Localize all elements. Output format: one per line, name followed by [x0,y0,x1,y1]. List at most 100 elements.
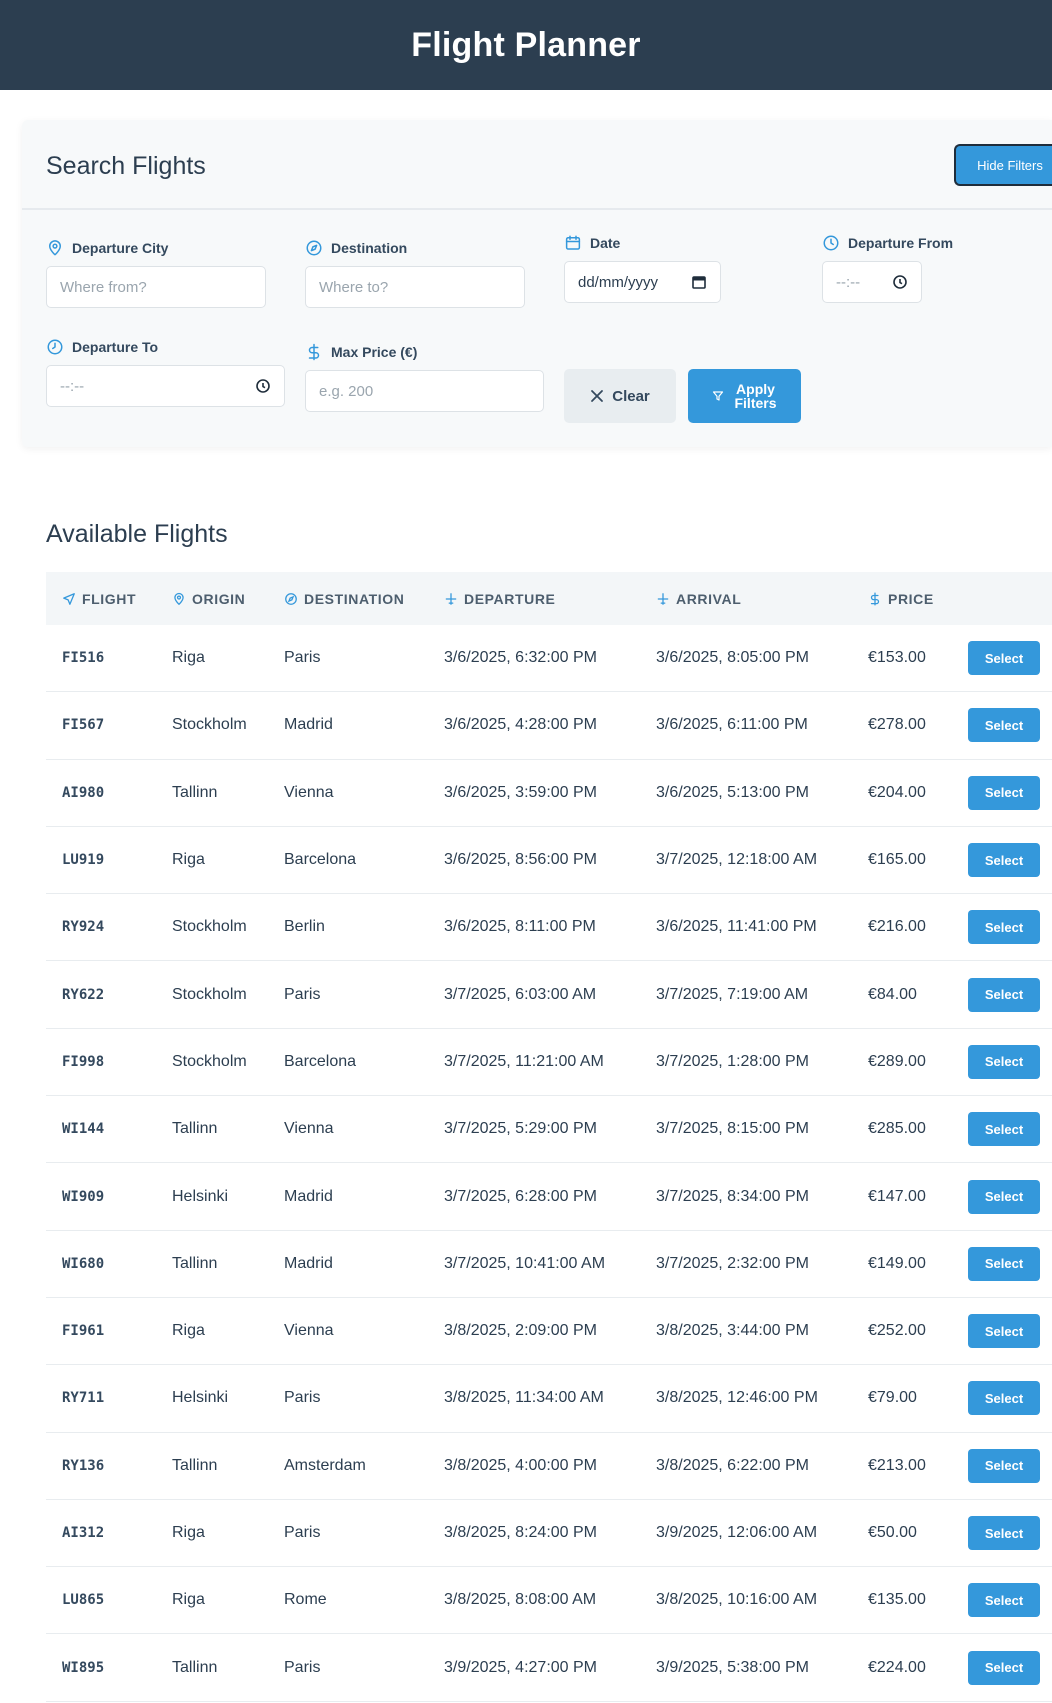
hide-filters-button[interactable]: Hide Filters [954,144,1052,186]
filter-icon [712,391,723,401]
column-header-departure[interactable]: DEPARTURE [444,591,555,607]
max-price-field: Max Price (€) e.g. 200 [305,342,544,412]
destination-input[interactable]: Where to? [305,266,525,308]
app-title: Flight Planner [411,25,641,64]
table-row: WI144 Tallinn Vienna 3/7/2025, 5:29:00 PM 3/… [46,1096,1052,1164]
calendar-picker-icon[interactable] [691,274,707,290]
dollar-icon [870,592,880,605]
departure-cell: 3/7/2025, 6:03:00 AM [444,985,597,1003]
clock-icon [47,339,63,355]
arrival-cell: 3/8/2025, 10:16:00 AM [656,1591,818,1609]
departure-cell: 3/8/2025, 11:34:00 AM [444,1389,604,1407]
flights-table: FLIGHT ORIGIN DESTINATION DEPARTURE ARRI… [46,572,1052,1702]
table-row: RY136 Tallinn Amsterdam 3/8/2025, 4:00:00 P… [46,1433,1052,1500]
destination-cell: Madrid [284,716,333,734]
origin-cell: Riga [172,851,205,869]
date-input[interactable]: dd/mm/yyyy [564,261,721,303]
select-flight-button[interactable]: Select [968,1516,1040,1550]
departure-cell: 3/6/2025, 3:59:00 PM [444,783,597,801]
compass-icon [285,592,297,605]
search-panel-header: Search Flights Hide Filters [22,120,1052,210]
destination-cell: Paris [284,1658,321,1676]
flight-code: FI998 [62,1053,105,1070]
select-flight-button[interactable]: Select [968,1583,1040,1618]
dollar-icon [308,343,320,361]
select-flight-button[interactable]: Select [968,1381,1040,1416]
departure-cell: 3/8/2025, 8:24:00 PM [444,1524,597,1541]
select-flight-button[interactable]: Select [968,1448,1040,1483]
clear-button[interactable]: Clear [564,369,676,423]
map-pin-icon [49,240,61,256]
table-row: LU865 Riga Rome 3/8/2025, 8:08:00 AM 3/8/202… [46,1567,1052,1635]
select-flight-button[interactable]: Select [968,910,1040,945]
table-row: RY924 Stockholm Berlin 3/6/2025, 8:11:00 PM… [46,894,1052,962]
departure-cell: 3/7/2025, 10:41:00 AM [444,1254,606,1272]
select-flight-button[interactable]: Select [968,1246,1040,1281]
date-label: Date [590,235,621,251]
plane-takeoff-icon [445,592,457,605]
date-field: Date dd/mm/yyyy [564,233,721,303]
select-flight-button[interactable]: Select [968,1112,1040,1147]
origin-cell: Tallinn [172,783,218,801]
departure-cell: 3/8/2025, 4:00:00 PM [444,1456,597,1474]
table-row: RY622 Stockholm Paris 3/7/2025, 6:03:00 AM 3… [46,961,1052,1029]
departure-cell: 3/8/2025, 8:08:00 AM [444,1591,597,1609]
departure-city-input[interactable]: Where from? [46,266,266,308]
column-header-price[interactable]: PRICE [868,591,934,607]
compass-icon [306,240,322,256]
price-cell: €252.00 [868,1322,926,1340]
table-row: RY711 Helsinki Paris 3/8/2025, 11:34:00 AM 3… [46,1365,1052,1433]
destination-cell: Paris [284,649,321,667]
flight-code: RY924 [62,919,105,936]
table-row: FI516 Riga Paris 3/6/2025, 6:32:00 PM 3/6/20… [46,625,1052,693]
destination-cell: Paris [284,1389,321,1407]
select-flight-button[interactable]: Select [968,1044,1040,1079]
select-flight-button[interactable]: Select [968,641,1040,676]
destination-cell: Barcelona [284,851,357,869]
flight-code: FI567 [62,717,105,734]
departure-cell: 3/6/2025, 8:56:00 PM [444,851,597,869]
apply-filters-button[interactable]: Apply Filters [688,369,801,423]
select-flight-button[interactable]: Select [968,1650,1040,1685]
price-cell: €165.00 [868,851,926,869]
destination-cell: Vienna [284,783,334,801]
departure-cell: 3/6/2025, 8:11:00 PM [444,918,596,936]
time-picker-icon[interactable] [255,378,271,394]
price-cell: €285.00 [868,1120,926,1138]
departure-to-input[interactable]: --:-- [46,365,285,407]
column-header-destination[interactable]: DESTINATION [284,591,404,607]
select-flight-button[interactable]: Select [968,708,1040,743]
origin-cell: Riga [172,1591,205,1609]
departure-from-input[interactable]: --:-- [822,261,922,303]
departure-from-field: Departure From --:-- [822,233,953,303]
origin-cell: Riga [172,1322,205,1340]
select-flight-button[interactable]: Select [968,977,1040,1012]
origin-cell: Helsinki [172,1187,229,1205]
select-flight-button[interactable]: Select [968,1314,1040,1349]
price-cell: €278.00 [868,716,926,734]
max-price-input[interactable]: e.g. 200 [305,370,544,412]
column-header-origin[interactable]: ORIGIN [172,591,245,607]
time-picker-icon[interactable] [892,274,908,290]
select-flight-button[interactable]: Select [968,775,1040,810]
destination-cell: Rome [284,1591,327,1609]
price-cell: €135.00 [868,1591,926,1609]
close-icon [591,390,604,402]
arrival-cell: 3/7/2025, 7:19:00 AM [656,985,809,1003]
calendar-icon [565,235,581,250]
origin-cell: Tallinn [172,1254,218,1272]
arrival-cell: 3/6/2025, 11:41:00 PM [656,918,817,936]
arrival-cell: 3/7/2025, 2:32:00 PM [656,1254,809,1272]
price-cell: €149.00 [868,1254,926,1272]
select-flight-button[interactable]: Select [968,843,1040,878]
flight-code: WI895 [62,1659,105,1676]
price-cell: €224.00 [868,1658,926,1676]
results-title: Available Flights [46,520,228,548]
flight-code: LU865 [62,1592,105,1609]
table-row: AI980 Tallinn Vienna 3/6/2025, 3:59:00 PM 3/… [46,760,1052,827]
select-flight-button[interactable]: Select [968,1179,1040,1214]
column-header-arrival[interactable]: ARRIVAL [656,591,741,607]
destination-cell: Amsterdam [284,1456,366,1474]
origin-cell: Tallinn [172,1658,218,1676]
column-header-flight[interactable]: FLIGHT [62,591,136,607]
